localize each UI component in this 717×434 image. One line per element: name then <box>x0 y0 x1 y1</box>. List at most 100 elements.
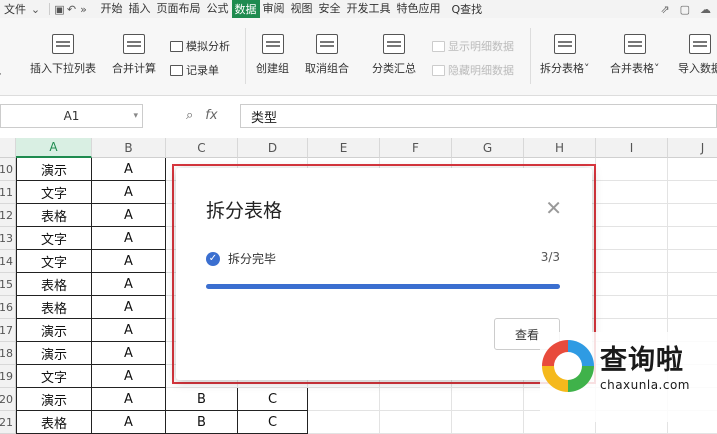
cell-a[interactable]: 演示 <box>16 342 92 365</box>
cell-b[interactable]: A <box>92 273 166 296</box>
ungroup-button[interactable]: 取消组合 <box>305 34 349 76</box>
subtotal-button[interactable]: 分类汇总 <box>372 34 416 76</box>
cell-b[interactable]: A <box>92 319 166 342</box>
search-button[interactable]: Q查找 <box>452 1 483 17</box>
row-header[interactable]: 21 <box>0 411 16 434</box>
empty-cell[interactable] <box>596 250 668 273</box>
cell-b[interactable]: A <box>92 204 166 227</box>
select-all-corner[interactable] <box>0 138 16 158</box>
column-header[interactable]: G <box>452 138 524 158</box>
empty-cell[interactable] <box>308 388 380 411</box>
cell-a[interactable]: 表格 <box>16 204 92 227</box>
cell-b[interactable]: A <box>92 365 166 388</box>
row-header[interactable]: 10 <box>0 158 16 181</box>
empty-cell[interactable] <box>452 388 524 411</box>
menu-tab[interactable]: 开始 <box>98 0 126 18</box>
empty-cell[interactable] <box>668 273 717 296</box>
empty-cell[interactable] <box>668 250 717 273</box>
row-header[interactable]: 13 <box>0 227 16 250</box>
cell-b[interactable]: A <box>92 342 166 365</box>
save-icon[interactable]: ▣ <box>54 3 66 16</box>
cell-c[interactable]: B <box>166 411 238 434</box>
empty-cell[interactable] <box>596 181 668 204</box>
column-header[interactable]: D <box>238 138 308 158</box>
empty-cell[interactable] <box>380 411 452 434</box>
zoom-icon[interactable]: ⌕ <box>186 108 193 123</box>
group-button[interactable]: 创建组 <box>256 34 289 76</box>
cell-b[interactable]: A <box>92 296 166 319</box>
split-table-button[interactable]: 拆分表格˅ <box>540 34 590 76</box>
what-if-button[interactable]: 模拟分析 <box>170 38 230 54</box>
menu-tab[interactable]: 审阅 <box>260 0 288 18</box>
column-header[interactable]: H <box>524 138 596 158</box>
row-header[interactable]: 18 <box>0 342 16 365</box>
cell-a[interactable]: 表格 <box>16 411 92 434</box>
fx-icon[interactable]: fx <box>205 108 217 123</box>
empty-cell[interactable] <box>596 158 668 181</box>
cell-a[interactable]: 表格 <box>16 273 92 296</box>
row-header[interactable]: 14 <box>0 250 16 273</box>
empty-cell[interactable] <box>596 296 668 319</box>
menu-tab[interactable]: 视图 <box>288 0 316 18</box>
empty-cell[interactable] <box>668 296 717 319</box>
column-header[interactable]: E <box>308 138 380 158</box>
menu-tab[interactable]: 安全 <box>316 0 344 18</box>
column-header[interactable]: C <box>166 138 238 158</box>
show-detail-button[interactable]: 显示明细数据 <box>432 38 514 54</box>
insert-dropdown-list-button[interactable]: 插入下拉列表 <box>30 34 96 76</box>
menu-tab[interactable]: 开发工具 <box>344 0 394 18</box>
row-header[interactable]: 20 <box>0 388 16 411</box>
cell-a[interactable]: 演示 <box>16 388 92 411</box>
empty-cell[interactable] <box>452 411 524 434</box>
partial-left-button[interactable]: ⌄ <box>0 40 3 79</box>
cell-b[interactable]: A <box>92 250 166 273</box>
row-header[interactable]: 15 <box>0 273 16 296</box>
hide-detail-button[interactable]: 隐藏明细数据 <box>432 62 514 78</box>
window-icon[interactable]: ▢ <box>680 3 690 16</box>
cell-b[interactable]: A <box>92 181 166 204</box>
cell-c[interactable]: B <box>166 388 238 411</box>
column-header[interactable]: A <box>16 138 92 158</box>
menu-tab[interactable]: 公式 <box>204 0 232 18</box>
cell-a[interactable]: 演示 <box>16 158 92 181</box>
formula-input[interactable]: 类型 <box>240 104 717 128</box>
cell-a[interactable]: 文字 <box>16 365 92 388</box>
cell-b[interactable]: A <box>92 158 166 181</box>
menu-tab[interactable]: 页面布局 <box>154 0 204 18</box>
cell-b[interactable]: A <box>92 388 166 411</box>
row-header[interactable]: 12 <box>0 204 16 227</box>
row-header[interactable]: 16 <box>0 296 16 319</box>
empty-cell[interactable] <box>668 204 717 227</box>
cell-d[interactable]: C <box>238 388 308 411</box>
row-header[interactable]: 17 <box>0 319 16 342</box>
name-box[interactable]: A1 ▾ <box>0 104 143 128</box>
consolidate-button[interactable]: 合并计算 <box>112 34 156 76</box>
empty-cell[interactable] <box>596 204 668 227</box>
cell-b[interactable]: A <box>92 227 166 250</box>
row-header[interactable]: 19 <box>0 365 16 388</box>
empty-cell[interactable] <box>668 158 717 181</box>
column-header[interactable]: I <box>596 138 668 158</box>
cell-a[interactable]: 文字 <box>16 250 92 273</box>
cell-a[interactable]: 文字 <box>16 181 92 204</box>
empty-cell[interactable] <box>596 273 668 296</box>
empty-cell[interactable] <box>668 227 717 250</box>
column-header[interactable]: B <box>92 138 166 158</box>
column-header[interactable]: F <box>380 138 452 158</box>
merge-table-button[interactable]: 合并表格˅ <box>610 34 660 76</box>
record-form-button[interactable]: 记录单 <box>170 62 219 78</box>
more-icon[interactable]: » <box>78 3 90 16</box>
cell-a[interactable]: 表格 <box>16 296 92 319</box>
menu-tab[interactable]: 特色应用 <box>394 0 444 18</box>
menu-tab[interactable]: 数据 <box>231 0 260 18</box>
cell-a[interactable]: 文字 <box>16 227 92 250</box>
empty-cell[interactable] <box>596 227 668 250</box>
menu-tab[interactable]: 插入 <box>126 0 154 18</box>
empty-cell[interactable] <box>380 388 452 411</box>
cell-a[interactable]: 演示 <box>16 319 92 342</box>
column-header[interactable]: J <box>668 138 717 158</box>
row-header[interactable]: 11 <box>0 181 16 204</box>
close-icon[interactable]: ✕ <box>545 196 562 220</box>
cell-b[interactable]: A <box>92 411 166 434</box>
undo-icon[interactable]: ↶ <box>66 3 78 16</box>
